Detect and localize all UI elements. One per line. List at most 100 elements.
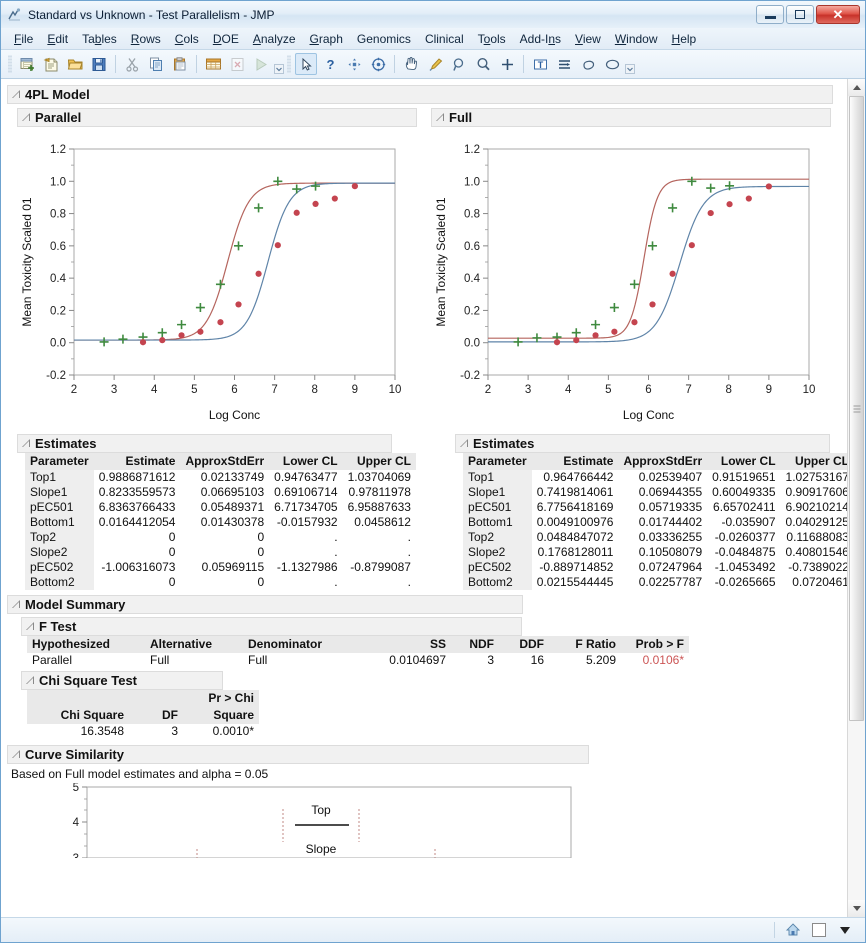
copy-icon[interactable] xyxy=(145,53,167,75)
magnifier-icon[interactable] xyxy=(448,53,470,75)
table-row[interactable]: Top1 0.9886871612 0.02133749 0.94763477 1.03… xyxy=(25,470,416,485)
table-row[interactable]: Top2 0 0.. xyxy=(25,530,416,545)
table-row[interactable]: Top1 0.964766442 0.02539407 0.91519651 1.027… xyxy=(462,470,847,485)
column-header-denominator[interactable]: Denominator xyxy=(243,636,363,653)
menu-item-add-ins[interactable]: Add-Ins xyxy=(513,30,568,48)
window-icon[interactable] xyxy=(809,921,829,939)
table-row[interactable]: Bottom1 0.0049100976 0.01744402 -0.035907 0.… xyxy=(462,515,847,530)
column-header-upper-cl[interactable]: Upper CL xyxy=(780,453,847,470)
column-header-ndf[interactable]: NDF xyxy=(451,636,499,653)
table-row[interactable]: Bottom2 0 0.. xyxy=(25,575,416,590)
column-header-estimate[interactable]: Estimate xyxy=(531,453,619,470)
lasso-zoom-icon[interactable] xyxy=(472,53,494,75)
chart-curve-similarity[interactable]: 5 4 3 Top Slope xyxy=(7,782,847,865)
cut-icon[interactable] xyxy=(121,53,143,75)
table-row[interactable]: Top2 0.0484847072 0.03336255 -0.0260377 0.11… xyxy=(462,530,847,545)
column-header-square[interactable]: Square xyxy=(183,707,259,724)
run-script-icon[interactable] xyxy=(250,53,272,75)
data-table-icon[interactable] xyxy=(202,53,224,75)
scroller-icon[interactable] xyxy=(367,53,389,75)
column-header-lower-cl[interactable]: Lower CL xyxy=(707,453,781,470)
menu-item-cols[interactable]: Cols xyxy=(168,30,206,48)
oval-tool-icon[interactable] xyxy=(601,53,623,75)
menu-item-clinical[interactable]: Clinical xyxy=(418,30,471,48)
toolbar-grip[interactable] xyxy=(8,55,12,73)
table-row[interactable]: Slope1 0.8233559573 0.06695103 0.69106714 0.… xyxy=(25,485,416,500)
disclosure-triangle-icon[interactable] xyxy=(25,675,36,686)
outline-model-summary[interactable]: Model Summary xyxy=(7,595,523,614)
open-file-icon[interactable] xyxy=(64,53,86,75)
column-header-df[interactable]: DF xyxy=(129,707,183,724)
menu-item-graph[interactable]: Graph xyxy=(303,30,350,48)
menu-item-analyze[interactable]: Analyze xyxy=(246,30,303,48)
table-row[interactable]: Bottom2 0.0215544445 0.02257787 -0.0265665 0… xyxy=(462,575,847,590)
column-header-ddf[interactable]: DDF xyxy=(499,636,549,653)
home-icon[interactable] xyxy=(783,921,803,939)
outline-parallel[interactable]: Parallel xyxy=(17,108,417,127)
outline-f-test[interactable]: F Test xyxy=(21,617,522,636)
column-header-approxstderr[interactable]: ApproxStdErr xyxy=(618,453,708,470)
outline-estimates-parallel[interactable]: Estimates xyxy=(17,434,392,453)
menu-item-rows[interactable]: Rows xyxy=(124,30,168,48)
journal-icon[interactable] xyxy=(226,53,248,75)
menu-item-file[interactable]: File xyxy=(7,30,40,48)
scroll-track[interactable] xyxy=(848,96,865,900)
crosshair-move-icon[interactable] xyxy=(343,53,365,75)
outline-full[interactable]: Full xyxy=(431,108,831,127)
menu-item-window[interactable]: Window xyxy=(608,30,665,48)
text-annotate-icon[interactable]: T xyxy=(529,53,551,75)
menu-item-view[interactable]: View xyxy=(568,30,608,48)
table-row[interactable]: Slope1 0.7419814061 0.06944355 0.60049335 0.… xyxy=(462,485,847,500)
disclosure-triangle-icon[interactable] xyxy=(25,621,36,632)
disclosure-triangle-icon[interactable] xyxy=(21,112,32,123)
disclosure-triangle-icon[interactable] xyxy=(11,599,22,610)
disclosure-triangle-icon[interactable] xyxy=(11,749,22,760)
table-row[interactable]: Slope2 0.1768128011 0.10508079 -0.0484875 0.… xyxy=(462,545,847,560)
column-header-f-ratio[interactable]: F Ratio xyxy=(549,636,621,653)
vertical-scrollbar[interactable] xyxy=(847,79,865,917)
table-row[interactable]: 16.3548 3 0.0010* xyxy=(27,724,259,739)
outline-4pl-model[interactable]: 4PL Model xyxy=(7,85,833,104)
minimize-button[interactable] xyxy=(756,5,784,24)
disclosure-triangle-icon[interactable] xyxy=(435,112,446,123)
table-row[interactable]: pEC501 6.8363766433 0.05489371 6.71734705 6.… xyxy=(25,500,416,515)
hand-grabber-icon[interactable] xyxy=(400,53,422,75)
column-header-chi-square[interactable]: Chi Square xyxy=(27,707,129,724)
column-header-alternative[interactable]: Alternative xyxy=(145,636,243,653)
scroll-thumb[interactable] xyxy=(849,96,864,721)
toolbar-grip-2[interactable] xyxy=(287,55,291,73)
scroll-up-button[interactable] xyxy=(848,79,865,96)
column-header-hypothesized[interactable]: Hypothesized xyxy=(27,636,145,653)
menu-item-tables[interactable]: Tables xyxy=(75,30,124,48)
polygon-tool-icon[interactable] xyxy=(577,53,599,75)
caret-down-icon[interactable] xyxy=(835,921,855,939)
menu-item-edit[interactable]: Edit xyxy=(40,30,75,48)
menu-item-help[interactable]: Help xyxy=(665,30,704,48)
table-row[interactable]: pEC502 -1.006316073 0.05969115 -1.1327986 -0… xyxy=(25,560,416,575)
column-header-prob---f[interactable]: Prob > F xyxy=(621,636,689,653)
arrow-select-icon[interactable] xyxy=(295,53,317,75)
close-button[interactable]: ✕ xyxy=(816,5,860,24)
column-header-upper-cl[interactable]: Upper CL xyxy=(342,453,416,470)
menu-item-tools[interactable]: Tools xyxy=(471,30,513,48)
chart-parallel[interactable]: -0.2 0.0 0.2 0.4 0.6 0.8 1.0 1.2 2 3 4 5 6 7 8 9 10 Log C… xyxy=(17,127,417,432)
menu-item-genomics[interactable]: Genomics xyxy=(350,30,418,48)
line-tool-icon[interactable] xyxy=(553,53,575,75)
crosshairs-icon[interactable] xyxy=(496,53,518,75)
table-row[interactable]: pEC502 -0.889714852 0.07247964 -1.0453492 -0… xyxy=(462,560,847,575)
column-header-parameter[interactable]: Parameter xyxy=(25,453,94,470)
toolbar-overflow-button-2[interactable] xyxy=(624,52,635,76)
maximize-button[interactable] xyxy=(786,5,814,24)
new-data-table-icon[interactable] xyxy=(16,53,38,75)
disclosure-triangle-icon[interactable] xyxy=(11,89,22,100)
outline-estimates-full[interactable]: Estimates xyxy=(454,434,830,453)
outline-chi-square-test[interactable]: Chi Square Test xyxy=(21,671,223,690)
scroll-down-button[interactable] xyxy=(848,900,865,917)
column-header-estimate[interactable]: Estimate xyxy=(93,453,181,470)
paste-icon[interactable] xyxy=(169,53,191,75)
question-help-icon[interactable]: ? xyxy=(319,53,341,75)
brush-icon[interactable] xyxy=(424,53,446,75)
table-row[interactable]: Parallel Full Full 0.0104697 3 16 5.209 0.0106* xyxy=(27,653,689,668)
table-row[interactable]: pEC501 6.7756418169 0.05719335 6.65702411 6.… xyxy=(462,500,847,515)
new-script-icon[interactable] xyxy=(40,53,62,75)
